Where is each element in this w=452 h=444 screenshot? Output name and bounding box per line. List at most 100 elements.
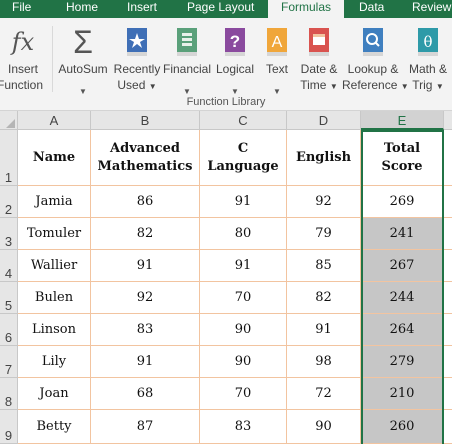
cell-advanced-mathematics[interactable]: 91 [91, 346, 200, 378]
cell-english[interactable]: 98 [287, 346, 361, 378]
cell-name[interactable]: Joan [18, 378, 91, 410]
cell-c-language[interactable]: 83 [200, 410, 287, 444]
text-book-icon: A [267, 28, 287, 56]
math-trig-label-1: Math & [408, 62, 447, 76]
cell-english[interactable]: 72 [287, 378, 361, 410]
math-trig-button[interactable]: θ Math & Trig ▼ [404, 22, 452, 100]
logical-label: Logical [215, 62, 255, 76]
cell-column-f[interactable] [444, 346, 452, 378]
cell-name[interactable]: Wallier [18, 250, 91, 282]
cell-c-language[interactable]: 70 [200, 378, 287, 410]
cell-column-f[interactable] [444, 130, 452, 186]
row-header-2[interactable]: 2 [0, 186, 18, 218]
cell-column-f[interactable] [444, 378, 452, 410]
cell-total-score[interactable]: 244 [361, 282, 444, 314]
cell-column-f[interactable] [444, 314, 452, 346]
cell-column-f[interactable] [444, 410, 452, 444]
cell-name[interactable]: Betty [18, 410, 91, 444]
row-header-5[interactable]: 5 [0, 282, 18, 314]
ribbon-tab-bar: File Home Insert Page Layout Formulas Da… [0, 0, 452, 18]
cell-advanced-mathematics[interactable]: 87 [91, 410, 200, 444]
cell-advanced-mathematics[interactable]: 82 [91, 218, 200, 250]
cell-english[interactable]: 82 [287, 282, 361, 314]
cell-total-score[interactable]: 279 [361, 346, 444, 378]
row-header-3[interactable]: 3 [0, 218, 18, 250]
cell-c-language[interactable]: 80 [200, 218, 287, 250]
date-time-button[interactable]: Date & Time ▼ [296, 22, 342, 100]
recently-used-label-1: Recently [113, 62, 161, 76]
column-header-c[interactable]: C [200, 111, 287, 130]
cell-advanced-mathematics[interactable]: 92 [91, 282, 200, 314]
cell-column-f[interactable] [444, 282, 452, 314]
fx-icon: fx [11, 28, 35, 56]
column-header-e[interactable]: E [361, 111, 444, 130]
cell-english[interactable]: 92 [287, 186, 361, 218]
cell-total-score[interactable]: 241 [361, 218, 444, 250]
cell-column-f[interactable] [444, 250, 452, 282]
cell-c-language[interactable]: 91 [200, 250, 287, 282]
cell-total-score[interactable]: 210 [361, 378, 444, 410]
tab-file[interactable]: File [12, 0, 31, 18]
cell-name[interactable]: Bulen [18, 282, 91, 314]
lookup-reference-button[interactable]: Lookup & Reference ▼ [342, 22, 409, 100]
cell-total-score[interactable]: 260 [361, 410, 444, 444]
column-header-d[interactable]: D [287, 111, 361, 130]
row-header-7[interactable]: 7 [0, 346, 18, 378]
autosum-button[interactable]: Σ AutoSum ▼ [56, 22, 110, 100]
row-header-4[interactable]: 4 [0, 250, 18, 282]
cell-column-f[interactable] [444, 218, 452, 250]
header-cell-total-score[interactable]: Total Score [361, 130, 444, 186]
header-cell-name[interactable]: Name [18, 130, 91, 186]
header-cell-advanced-mathematics[interactable]: Advanced Mathematics [91, 130, 200, 186]
star-book-icon [127, 28, 147, 56]
financial-button[interactable]: Financial ▼ [162, 22, 212, 100]
tab-data[interactable]: Data [359, 0, 384, 18]
column-header-f[interactable] [444, 111, 452, 130]
lookup-reference-label-1: Lookup & [347, 62, 399, 76]
row-header-1[interactable]: 1 [0, 130, 18, 186]
cell-english[interactable]: 91 [287, 314, 361, 346]
cell-name[interactable]: Jamia [18, 186, 91, 218]
logical-button[interactable]: ? Logical ▼ [212, 22, 258, 100]
recently-used-label-2: Used ▼ [117, 78, 157, 92]
cell-english[interactable]: 90 [287, 410, 361, 444]
cell-c-language[interactable]: 90 [200, 314, 287, 346]
date-time-label-1: Date & [300, 62, 338, 76]
row-header-9[interactable]: 9 [0, 410, 18, 444]
search-book-icon [363, 28, 383, 56]
select-all-button[interactable] [0, 111, 18, 130]
insert-function-label-1: Insert [7, 62, 38, 76]
cell-c-language[interactable]: 70 [200, 282, 287, 314]
cell-c-language[interactable]: 90 [200, 346, 287, 378]
tab-page-layout[interactable]: Page Layout [187, 0, 254, 18]
cell-name[interactable]: Lily [18, 346, 91, 378]
cell-total-score[interactable]: 264 [361, 314, 444, 346]
cell-total-score[interactable]: 269 [361, 186, 444, 218]
cell-name[interactable]: Linson [18, 314, 91, 346]
row-header-6[interactable]: 6 [0, 314, 18, 346]
text-button[interactable]: A Text ▼ [258, 22, 296, 100]
header-text: Mathematics [97, 158, 193, 174]
row-header-8[interactable]: 8 [0, 378, 18, 410]
header-text: Total [383, 140, 421, 156]
cell-advanced-mathematics[interactable]: 86 [91, 186, 200, 218]
header-cell-c-language[interactable]: C Language [200, 130, 287, 186]
tab-review[interactable]: Review [412, 0, 451, 18]
column-header-a[interactable]: A [18, 111, 91, 130]
insert-function-button[interactable]: fx Insert Function [0, 22, 46, 100]
recently-used-button[interactable]: Recently Used ▼ [112, 22, 162, 100]
cell-advanced-mathematics[interactable]: 91 [91, 250, 200, 282]
cell-column-f[interactable] [444, 186, 452, 218]
cell-english[interactable]: 85 [287, 250, 361, 282]
cell-c-language[interactable]: 91 [200, 186, 287, 218]
cell-english[interactable]: 79 [287, 218, 361, 250]
cell-total-score[interactable]: 267 [361, 250, 444, 282]
tab-insert[interactable]: Insert [127, 0, 157, 18]
cell-name[interactable]: Tomuler [18, 218, 91, 250]
tab-formulas[interactable]: Formulas [268, 0, 344, 18]
tab-home[interactable]: Home [66, 0, 98, 18]
cell-advanced-mathematics[interactable]: 68 [91, 378, 200, 410]
column-header-b[interactable]: B [91, 111, 200, 130]
cell-advanced-mathematics[interactable]: 83 [91, 314, 200, 346]
header-cell-english[interactable]: English [287, 130, 361, 186]
